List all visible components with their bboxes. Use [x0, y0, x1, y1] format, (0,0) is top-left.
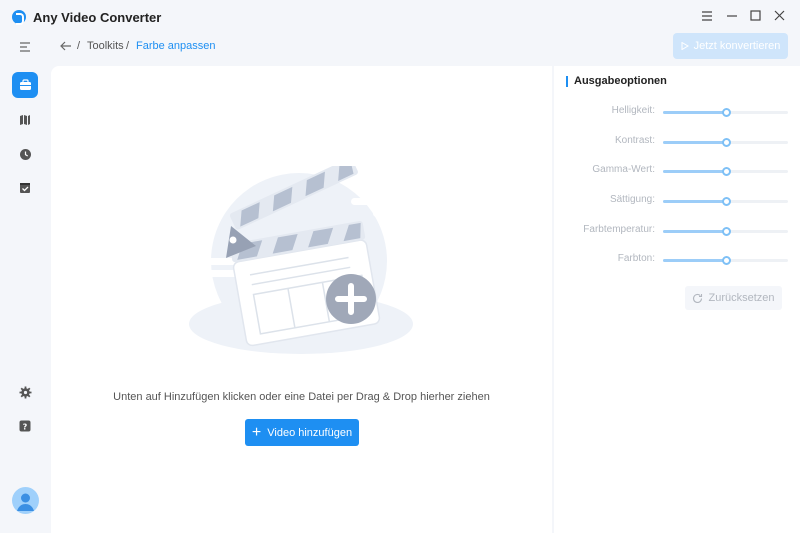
- minimize-icon[interactable]: [724, 8, 740, 24]
- convert-now-button[interactable]: Jetzt konvertieren: [673, 33, 788, 59]
- slider-thumb[interactable]: [721, 138, 731, 147]
- breadcrumb-toolkits[interactable]: Toolkits: [87, 40, 124, 52]
- sidebar: ?: [0, 34, 50, 533]
- slider-label: Sättigung:: [609, 194, 655, 205]
- slider-fill: [663, 259, 726, 262]
- slider-fill: [663, 230, 726, 233]
- slider-track[interactable]: [663, 138, 788, 147]
- reset-label: Zurücksetzen: [708, 292, 775, 304]
- slider-track[interactable]: [663, 108, 788, 117]
- slider-label: Farbtemperatur:: [583, 224, 655, 235]
- slider-hue: Farbton:: [554, 252, 800, 268]
- slider-thumb[interactable]: [721, 227, 731, 236]
- slider-fill: [663, 170, 726, 173]
- clapperboard-illustration: [187, 166, 413, 354]
- toolkit-icon[interactable]: [12, 72, 38, 98]
- slider-thumb[interactable]: [721, 167, 731, 176]
- history-icon[interactable]: [12, 141, 38, 167]
- map-icon[interactable]: [12, 107, 38, 133]
- app-title: Any Video Converter: [33, 10, 162, 25]
- slider-track[interactable]: [663, 197, 788, 206]
- add-video-button[interactable]: + Video hinzufügen: [245, 419, 359, 446]
- output-options-title: Ausgabeoptionen: [566, 75, 667, 87]
- back-arrow-icon[interactable]: [60, 39, 72, 54]
- breadcrumb-separator: /: [126, 40, 130, 52]
- drop-hint-text: Unten auf Hinzufügen klicken oder eine D…: [113, 391, 490, 403]
- collapse-sidebar-icon[interactable]: [12, 34, 38, 60]
- slider-label: Helligkeit:: [611, 105, 655, 116]
- app-logo-icon: [12, 10, 26, 25]
- slider-thumb[interactable]: [721, 197, 731, 206]
- play-icon: [681, 42, 689, 50]
- slider-label: Farbton:: [617, 253, 655, 264]
- add-video-label: Video hinzufügen: [267, 426, 353, 439]
- settings-icon[interactable]: [12, 379, 38, 405]
- svg-text:?: ?: [23, 422, 28, 431]
- slider-saturation: Sättigung:: [554, 193, 800, 209]
- slider-fill: [663, 141, 726, 144]
- title-bar: Any Video Converter: [0, 0, 800, 34]
- menu-icon[interactable]: [699, 8, 715, 24]
- slider-thumb[interactable]: [721, 108, 731, 117]
- plus-icon: +: [251, 424, 262, 441]
- maximize-icon[interactable]: [747, 8, 763, 24]
- slider-color-temperature: Farbtemperatur:: [554, 223, 800, 239]
- slider-track[interactable]: [663, 256, 788, 265]
- slider-track[interactable]: [663, 167, 788, 176]
- slider-contrast: Kontrast:: [554, 134, 800, 150]
- user-avatar[interactable]: [12, 487, 39, 514]
- reset-button[interactable]: Zurücksetzen: [685, 286, 782, 310]
- slider-fill: [663, 200, 726, 203]
- slider-track[interactable]: [663, 227, 788, 236]
- convert-now-label: Jetzt konvertieren: [693, 40, 781, 52]
- slider-gamma: Gamma-Wert:: [554, 163, 800, 179]
- task-icon[interactable]: [12, 175, 38, 201]
- slider-fill: [663, 111, 726, 114]
- close-icon[interactable]: [771, 8, 787, 24]
- slider-label: Gamma-Wert:: [592, 164, 655, 175]
- refresh-icon: [693, 293, 703, 303]
- drop-area[interactable]: Unten auf Hinzufügen klicken oder eine D…: [51, 66, 552, 533]
- breadcrumb-separator: /: [77, 40, 81, 52]
- output-options-panel: Ausgabeoptionen Helligkeit: Kontrast: Ga…: [554, 66, 800, 533]
- slider-brightness: Helligkeit:: [554, 104, 800, 120]
- breadcrumb-current: Farbe anpassen: [136, 40, 216, 52]
- slider-thumb[interactable]: [721, 256, 731, 265]
- help-icon[interactable]: ?: [12, 413, 38, 439]
- slider-label: Kontrast:: [614, 135, 655, 146]
